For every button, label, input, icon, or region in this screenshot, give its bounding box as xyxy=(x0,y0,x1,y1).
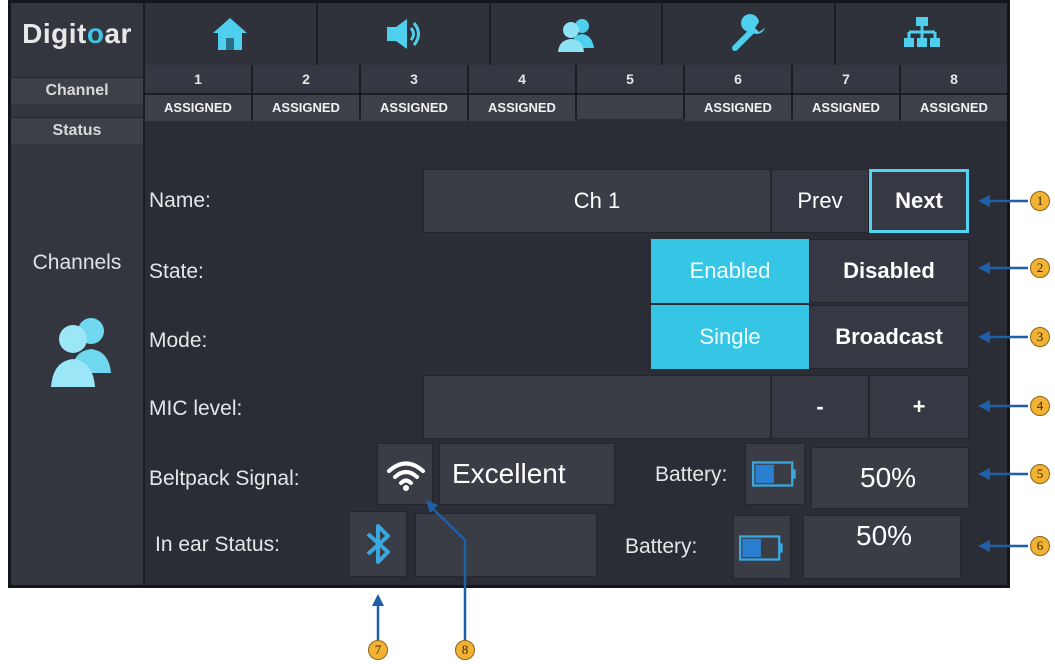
channel-status: ASSIGNED xyxy=(469,93,575,121)
beltpack-battery-label: Battery: xyxy=(655,463,728,486)
tab-home[interactable] xyxy=(143,3,316,65)
channel-status: ASSIGNED xyxy=(793,93,899,121)
wifi-icon-box xyxy=(377,443,433,505)
tab-network[interactable] xyxy=(834,3,1007,65)
inear-battery-field: 50% xyxy=(803,515,961,579)
channel-cell[interactable]: 3 ASSIGNED xyxy=(359,65,467,121)
channel-cell[interactable]: 7 ASSIGNED xyxy=(791,65,899,121)
channel-status: ASSIGNED xyxy=(145,93,251,121)
sidebar: Digit o ar Channel Status Channels xyxy=(11,3,145,585)
logo: Digit o ar xyxy=(11,3,143,65)
channel-status xyxy=(577,93,683,119)
mode-single-button[interactable]: Single xyxy=(651,305,809,369)
beltpack-signal-field: Excellent xyxy=(439,443,615,505)
channel-status: ASSIGNED xyxy=(253,93,359,121)
mic-decrease-button[interactable]: - xyxy=(771,375,869,439)
channel-cell[interactable]: 6 ASSIGNED xyxy=(683,65,791,121)
channel-number: 8 xyxy=(901,65,1007,93)
channel-cell[interactable]: 5 xyxy=(575,65,683,119)
channel-cell[interactable]: 8 ASSIGNED xyxy=(899,65,1007,121)
channel-grid: 1 ASSIGNED 2 ASSIGNED 3 ASSIGNED 4 ASSIGNED … xyxy=(143,65,1007,121)
state-label: State: xyxy=(149,260,204,283)
next-button[interactable]: Next xyxy=(869,169,969,233)
top-nav xyxy=(143,3,1007,65)
battery-icon xyxy=(752,461,796,487)
mic-increase-button[interactable]: + xyxy=(869,375,969,439)
channel-cell[interactable]: 2 ASSIGNED xyxy=(251,65,359,121)
mode-broadcast-button[interactable]: Broadcast xyxy=(809,305,969,369)
callout-marker: 2 xyxy=(1030,258,1050,278)
callout-marker: 6 xyxy=(1030,536,1050,556)
logo-text-o: o xyxy=(86,18,105,49)
users-icon xyxy=(557,19,594,52)
bluetooth-icon xyxy=(366,524,390,564)
channel-number: 1 xyxy=(145,65,251,93)
callout-marker: 7 xyxy=(368,640,388,660)
tab-settings[interactable] xyxy=(661,3,835,65)
name-field[interactable]: Ch 1 xyxy=(423,169,771,233)
wrench-icon xyxy=(731,14,765,51)
callout-marker: 4 xyxy=(1030,396,1050,416)
section-title: Channels xyxy=(32,251,122,274)
mic-level-label: MIC level: xyxy=(149,397,243,420)
bluetooth-icon-box xyxy=(349,511,407,577)
network-icon xyxy=(903,17,940,47)
name-label: Name: xyxy=(149,189,211,212)
inear-battery-value: 50% xyxy=(856,520,913,551)
callout-marker: 8 xyxy=(455,640,475,660)
channel-number: 6 xyxy=(685,65,791,93)
channel-number: 4 xyxy=(469,65,575,93)
inear-status-label: In ear Status: xyxy=(155,533,280,556)
users-icon xyxy=(51,318,111,387)
beltpack-battery-value: 50% xyxy=(860,462,917,493)
callout-marker: 1 xyxy=(1030,191,1050,211)
channel-status: ASSIGNED xyxy=(685,93,791,121)
beltpack-signal-label: Beltpack Signal: xyxy=(149,467,300,490)
channel-status: ASSIGNED xyxy=(361,93,467,121)
battery-icon-box xyxy=(733,515,791,579)
battery-icon xyxy=(739,535,783,561)
beltpack-battery-field: 50% xyxy=(811,447,969,509)
channel-cell[interactable]: 1 ASSIGNED xyxy=(143,65,251,121)
channel-row-label: Channel xyxy=(11,77,143,104)
logo-text-end: ar xyxy=(104,18,132,49)
state-enabled-button[interactable]: Enabled xyxy=(651,239,809,303)
mic-level-display xyxy=(423,375,771,439)
channel-number: 3 xyxy=(361,65,467,93)
logo-text: Digit xyxy=(22,18,87,49)
speaker-icon xyxy=(387,19,421,49)
channel-number: 5 xyxy=(577,65,683,93)
prev-button[interactable]: Prev xyxy=(771,169,869,233)
channel-number: 2 xyxy=(253,65,359,93)
state-disabled-button[interactable]: Disabled xyxy=(809,239,969,303)
battery-icon-box xyxy=(745,443,805,505)
channel-number: 7 xyxy=(793,65,899,93)
inear-battery-label: Battery: xyxy=(625,535,698,558)
tab-channels[interactable] xyxy=(488,3,662,65)
status-row-label: Status xyxy=(11,117,143,144)
channel-status: ASSIGNED xyxy=(901,93,1007,121)
inear-status-field xyxy=(415,513,597,577)
callout-marker: 5 xyxy=(1030,464,1050,484)
home-icon xyxy=(213,18,248,50)
beltpack-signal-value: Excellent xyxy=(452,458,566,489)
callout-marker: 3 xyxy=(1030,327,1050,347)
channel-cell[interactable]: 4 ASSIGNED xyxy=(467,65,575,121)
mode-label: Mode: xyxy=(149,329,208,352)
tab-audio[interactable] xyxy=(315,3,489,65)
device-screen: Digit o ar Channel Status Channels 1 ASS… xyxy=(8,0,1010,588)
wifi-icon xyxy=(387,461,425,491)
